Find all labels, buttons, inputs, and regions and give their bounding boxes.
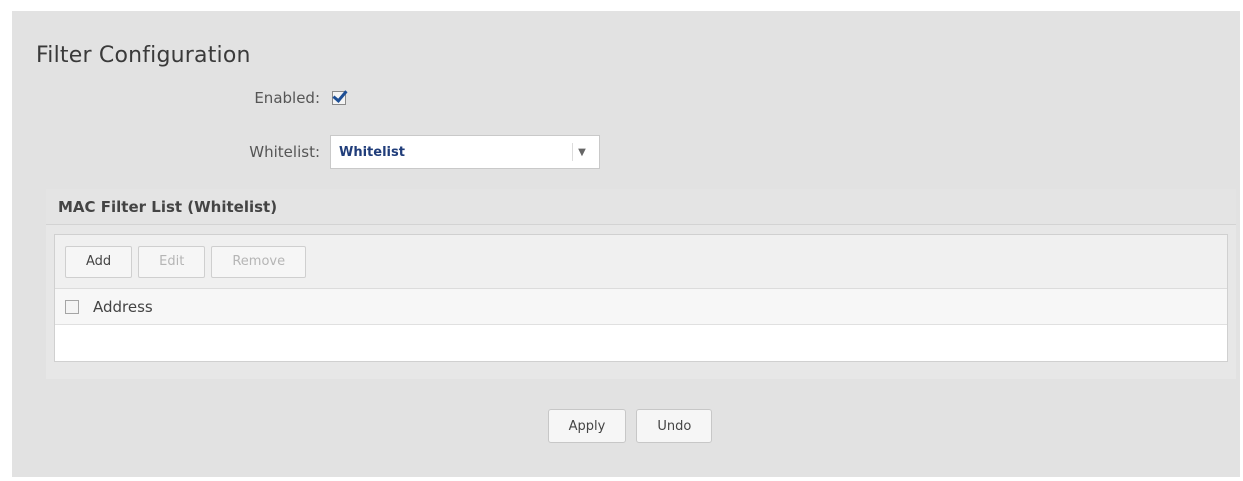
- list-type-select[interactable]: Whitelist ▼: [330, 135, 600, 169]
- edit-button[interactable]: Edit: [138, 245, 206, 278]
- apply-button[interactable]: Apply: [547, 409, 627, 443]
- page-title: Filter Configuration: [36, 43, 251, 68]
- mac-filter-list-group: MAC Filter List (Whitelist) Add Edit Rem…: [46, 189, 1236, 379]
- list-type-label: Whitelist:: [249, 143, 320, 161]
- column-header-address[interactable]: Address: [93, 298, 153, 316]
- chevron-down-icon[interactable]: ▼: [572, 143, 591, 161]
- remove-button[interactable]: Remove: [211, 245, 307, 278]
- add-button[interactable]: Add: [65, 245, 133, 278]
- enabled-row: Enabled:: [12, 89, 346, 107]
- list-type-row: Whitelist: Whitelist ▼: [12, 135, 600, 169]
- grid-toolbar: Add Edit Remove: [55, 235, 1227, 289]
- form-actions: Apply Undo: [12, 409, 1240, 443]
- select-all-checkbox[interactable]: [65, 299, 79, 314]
- enabled-label: Enabled:: [254, 89, 320, 107]
- list-type-select-value: Whitelist: [339, 144, 405, 160]
- mac-filter-grid: Add Edit Remove Address: [54, 234, 1228, 362]
- grid-header-row: Address: [55, 289, 1227, 325]
- undo-button[interactable]: Undo: [636, 409, 713, 443]
- mac-filter-list-header: MAC Filter List (Whitelist): [46, 189, 1236, 225]
- filter-configuration-panel: Filter Configuration Enabled: Whitelist:…: [12, 11, 1240, 477]
- enabled-checkbox[interactable]: [332, 91, 346, 105]
